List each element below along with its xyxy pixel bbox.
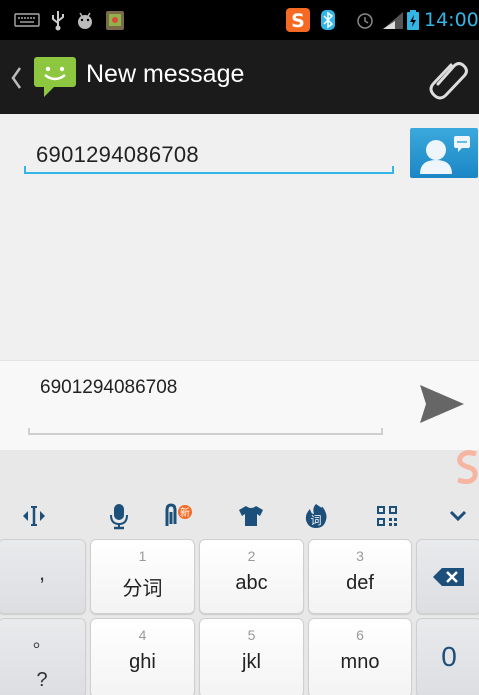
sogou-watermark-icon: [454, 450, 479, 485]
key-4-number: 4: [138, 627, 147, 643]
message-input[interactable]: 6901294086708: [40, 377, 177, 399]
android-debug-icon: [75, 8, 95, 32]
message-underline: [28, 428, 383, 435]
cursor-move-icon[interactable]: [17, 500, 51, 532]
bluetooth-icon: [320, 8, 336, 32]
backspace-icon: [433, 568, 464, 586]
signal-icon: [380, 8, 406, 32]
key-1[interactable]: 1 分词: [90, 539, 195, 614]
clipboard-icon[interactable]: 新: [160, 500, 194, 532]
skin-shirt-icon[interactable]: [234, 500, 268, 532]
recipient-input[interactable]: 6901294086708: [36, 142, 199, 168]
key-5[interactable]: 5 jkl: [199, 618, 304, 695]
attach-icon[interactable]: [424, 54, 472, 102]
key-6[interactable]: 6 mno: [308, 618, 412, 695]
key-comma[interactable]: ,: [0, 539, 86, 614]
key-4-label: ghi: [129, 651, 156, 673]
usb-icon: [48, 8, 68, 32]
send-button[interactable]: [416, 381, 468, 427]
messaging-app-icon[interactable]: [32, 55, 78, 99]
page-title: New message: [86, 60, 245, 88]
key-2[interactable]: 2 abc: [199, 539, 304, 614]
status-bar: S 14:00: [0, 0, 479, 40]
backspace-key[interactable]: [416, 539, 479, 614]
key-5-number: 5: [247, 627, 256, 643]
sogou-icon: S: [284, 8, 312, 32]
key-3-label: def: [346, 572, 374, 594]
keyboard-icon: [14, 8, 40, 32]
key-6-number: 6: [356, 627, 364, 643]
recipient-area: 6901294086708: [0, 114, 479, 360]
svg-text:S: S: [291, 10, 305, 32]
recipient-underline: [24, 166, 394, 174]
svg-text:新: 新: [180, 506, 190, 519]
key-1-number: 1: [138, 548, 147, 564]
alarm-icon: [354, 8, 376, 32]
battery-charging-icon: [404, 8, 422, 32]
compose-bar: 6901294086708: [0, 360, 479, 450]
key-4[interactable]: 4 ghi: [90, 618, 195, 695]
key-period-label: 。: [33, 631, 51, 652]
key-3[interactable]: 3 def: [308, 539, 412, 614]
contact-icon: [420, 136, 470, 174]
key-0[interactable]: 0: [416, 618, 479, 695]
key-1-label: 分词: [122, 578, 163, 600]
key-0-label: 0: [441, 641, 457, 672]
status-time: 14:00: [424, 9, 479, 31]
microphone-icon[interactable]: [102, 500, 136, 532]
svg-text:词: 词: [311, 514, 322, 527]
key-2-label: abc: [235, 572, 268, 594]
ime-toolbar: 新 词: [0, 494, 479, 538]
send-icon: [420, 385, 464, 423]
back-icon[interactable]: [10, 63, 34, 93]
key-2-number: 2: [247, 548, 256, 564]
key-5-label: jkl: [242, 651, 261, 673]
key-comma-label: ,: [38, 560, 46, 585]
action-bar: New message: [0, 40, 479, 114]
key-question-label: ?: [36, 669, 48, 691]
key-period-question[interactable]: 。 ?: [0, 618, 86, 695]
qr-code-icon[interactable]: [370, 500, 404, 532]
phrase-icon[interactable]: 词: [299, 500, 333, 532]
key-3-number: 3: [356, 548, 364, 564]
contact-picker-button[interactable]: [410, 128, 478, 178]
gallery-icon: [104, 8, 126, 32]
key-6-label: mno: [340, 651, 380, 673]
collapse-keyboard-icon[interactable]: [441, 500, 475, 532]
